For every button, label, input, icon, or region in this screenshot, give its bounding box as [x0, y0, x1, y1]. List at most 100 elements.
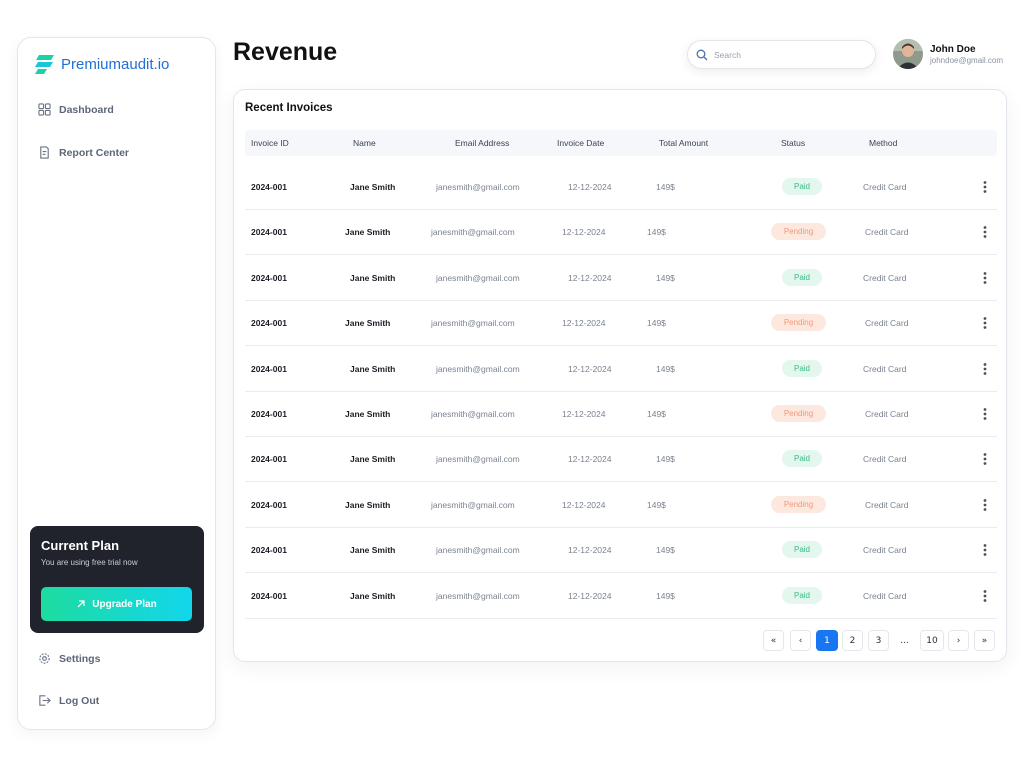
search-input[interactable]: [714, 49, 864, 60]
total-amount: 149$: [656, 182, 675, 192]
brand-name: Premiumaudit.io: [61, 56, 170, 73]
sidebar-item-dashboard[interactable]: Dashboard: [38, 103, 114, 116]
page-1-button[interactable]: 1: [816, 630, 838, 651]
next-page-button[interactable]: ›: [948, 630, 969, 651]
customer-name: Jane Smith: [345, 227, 391, 238]
column-header-name: Name: [353, 138, 376, 148]
invoice-id: 2024-001: [251, 545, 287, 556]
invoice-id: 2024-001: [251, 272, 287, 283]
status-badge: Pending: [771, 495, 826, 513]
payment-method: Credit Card: [865, 409, 909, 419]
table-row[interactable]: 2024-001 Jane Smith janesmith@gmail.com 12-…: [245, 301, 997, 347]
page-10-button[interactable]: 10: [920, 630, 944, 651]
user-name: John Doe: [930, 43, 976, 55]
table-row[interactable]: 2024-001 Jane Smith janesmith@gmail.com 12-…: [245, 165, 997, 210]
table-row[interactable]: 2024-001 Jane Smith janesmith@gmail.com 12-…: [245, 210, 997, 256]
customer-email: janesmith@gmail.com: [436, 590, 520, 601]
table-row[interactable]: 2024-001 Jane Smith janesmith@gmail.com 12-…: [245, 574, 997, 619]
invoice-id: 2024-001: [251, 499, 287, 510]
sidebar-item-settings[interactable]: Settings: [38, 652, 100, 665]
page-2-button[interactable]: 2: [842, 630, 863, 651]
more-options-icon[interactable]: [981, 543, 989, 557]
payment-method: Credit Card: [865, 499, 909, 510]
user-email: johndoe@gmail.com: [930, 55, 1004, 65]
status-badge: Pending: [771, 405, 826, 422]
more-options-icon[interactable]: [981, 316, 989, 330]
current-plan-card: Current Plan You are using free trial no…: [30, 526, 204, 633]
table-row[interactable]: 2024-001 Jane Smith janesmith@gmail.com 12-…: [245, 437, 997, 483]
more-options-icon[interactable]: [981, 589, 989, 603]
column-header-email: Email Address: [455, 138, 510, 148]
more-options-icon[interactable]: [981, 407, 989, 421]
customer-name: Jane Smith: [350, 182, 396, 192]
sidebar-item-log-out[interactable]: Log Out: [38, 694, 99, 707]
payment-method: Credit Card: [863, 272, 907, 283]
customer-email: janesmith@gmail.com: [436, 182, 520, 192]
status-badge: Pending: [771, 223, 826, 241]
more-options-icon[interactable]: [981, 180, 989, 194]
status-badge: Paid: [782, 178, 822, 195]
customer-name: Jane Smith: [350, 363, 396, 374]
total-amount: 149$: [656, 590, 675, 601]
customer-email: janesmith@gmail.com: [436, 545, 520, 556]
table-row[interactable]: 2024-001 Jane Smith janesmith@gmail.com 12-…: [245, 347, 997, 392]
total-amount: 149$: [647, 409, 666, 419]
column-header-method: Method: [869, 138, 898, 148]
prev-page-button[interactable]: ‹: [790, 630, 811, 651]
payment-method: Credit Card: [863, 182, 907, 192]
customer-email: janesmith@gmail.com: [436, 454, 520, 465]
total-amount: 149$: [647, 499, 666, 510]
customer-name: Jane Smith: [350, 545, 396, 556]
table-row[interactable]: 2024-001 Jane Smith janesmith@gmail.com 12-…: [245, 392, 997, 437]
invoice-id: 2024-001: [251, 454, 287, 465]
brand-logo[interactable]: Premiumaudit.io: [34, 54, 169, 75]
table-header: Invoice ID Name Email Address Invoice Da…: [245, 130, 997, 156]
search-icon: [696, 49, 708, 60]
column-header-invoice-id: Invoice ID: [251, 138, 289, 148]
table-row[interactable]: 2024-001 Jane Smith janesmith@gmail.com 12-…: [245, 483, 997, 528]
gear-icon: [39, 653, 50, 664]
first-page-button[interactable]: «: [763, 630, 784, 651]
total-amount: 149$: [656, 545, 675, 556]
invoice-date: 12-12-2024: [568, 182, 612, 192]
customer-email: janesmith@gmail.com: [431, 318, 515, 329]
status-badge: Paid: [782, 450, 822, 468]
total-amount: 149$: [647, 318, 666, 329]
sidebar-item-label: Settings: [59, 652, 101, 665]
user-profile[interactable]: John Doe johndoe@gmail.com: [893, 39, 1003, 69]
status-badge: Paid: [782, 359, 822, 377]
invoice-id: 2024-001: [251, 318, 287, 329]
plan-title: Current Plan: [41, 538, 120, 553]
total-amount: 149$: [656, 454, 675, 465]
table-row[interactable]: 2024-001 Jane Smith janesmith@gmail.com 12-…: [245, 256, 997, 301]
customer-email: janesmith@gmail.com: [431, 499, 515, 510]
more-options-icon[interactable]: [981, 452, 989, 466]
payment-method: Credit Card: [863, 363, 907, 374]
sidebar-item-label: Dashboard: [59, 103, 114, 116]
grid-icon: [38, 103, 51, 116]
payment-method: Credit Card: [865, 227, 909, 238]
search-bar[interactable]: [687, 40, 876, 69]
table-row[interactable]: 2024-001 Jane Smith janesmith@gmail.com 12-…: [245, 528, 997, 574]
more-options-icon[interactable]: [981, 271, 989, 285]
payment-method: Credit Card: [865, 318, 909, 329]
upgrade-plan-button[interactable]: Upgrade Plan: [41, 587, 192, 621]
customer-name: Jane Smith: [345, 409, 391, 419]
arrow-up-right-icon: [77, 600, 85, 608]
upgrade-plan-label: Upgrade Plan: [92, 598, 157, 610]
customer-name: Jane Smith: [350, 454, 396, 465]
invoice-id: 2024-001: [251, 363, 287, 374]
card-title: Recent Invoices: [245, 102, 333, 114]
page-3-button[interactable]: 3: [868, 630, 889, 651]
last-page-button[interactable]: »: [974, 630, 995, 651]
more-options-icon[interactable]: [981, 362, 989, 376]
plan-subtitle: You are using free trial now: [41, 558, 138, 567]
payment-method: Credit Card: [863, 454, 907, 465]
invoice-date: 12-12-2024: [568, 545, 612, 556]
column-header-total-amount: Total Amount: [659, 138, 709, 148]
avatar[interactable]: [893, 39, 923, 69]
more-options-icon[interactable]: [981, 498, 989, 512]
more-options-icon[interactable]: [981, 225, 989, 239]
pagination-ellipsis: ...: [900, 635, 909, 646]
sidebar-item-report-center[interactable]: Report Center: [38, 146, 129, 159]
